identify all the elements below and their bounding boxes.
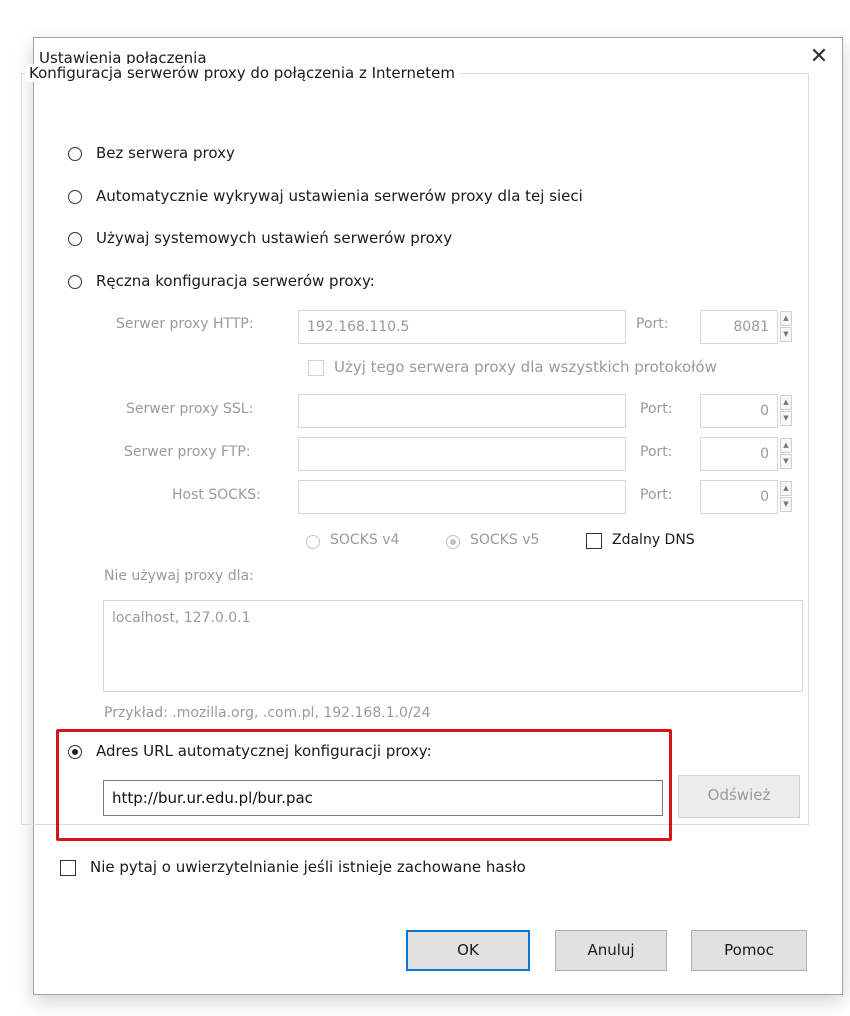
http-port-label: Port: bbox=[636, 316, 669, 332]
example-hint: Przykład: .mozilla.org, .com.pl, 192.168… bbox=[104, 705, 431, 721]
group-legend: Konfiguracja serwerów proxy do połączeni… bbox=[25, 64, 459, 82]
stepper-down-icon[interactable]: ▼ bbox=[780, 327, 792, 342]
stepper-down-icon[interactable]: ▼ bbox=[780, 497, 792, 512]
socks-v5-label[interactable]: SOCKS v5 bbox=[470, 532, 539, 548]
http-port-input[interactable]: 8081 bbox=[700, 310, 778, 344]
stepper-up-icon[interactable]: ▲ bbox=[780, 311, 792, 326]
socks-v4-label[interactable]: SOCKS v4 bbox=[330, 532, 399, 548]
ssl-port-input[interactable]: 0 bbox=[700, 394, 778, 428]
socks-host-input[interactable] bbox=[298, 480, 626, 514]
radio-socks-v5[interactable] bbox=[446, 535, 460, 549]
use-for-all-checkbox[interactable] bbox=[308, 360, 324, 376]
radio-auto-detect[interactable] bbox=[68, 190, 82, 204]
stepper-up-icon[interactable]: ▲ bbox=[780, 438, 792, 453]
socks-port-input[interactable]: 0 bbox=[700, 480, 778, 514]
no-auth-prompt-label[interactable]: Nie pytaj o uwierzytelnianie jeśli istni… bbox=[90, 858, 526, 876]
reload-button[interactable]: Odśwież bbox=[678, 775, 800, 818]
ftp-proxy-label: Serwer proxy FTP: bbox=[124, 444, 251, 460]
stepper-up-icon[interactable]: ▲ bbox=[780, 395, 792, 410]
ftp-port-label: Port: bbox=[640, 444, 673, 460]
remote-dns-checkbox[interactable] bbox=[586, 533, 602, 549]
socks-port-stepper[interactable]: ▲ ▼ bbox=[780, 481, 792, 513]
radio-socks-v4[interactable] bbox=[306, 535, 320, 549]
close-icon[interactable]: ✕ bbox=[804, 42, 834, 72]
no-auth-prompt-checkbox[interactable] bbox=[60, 860, 76, 876]
ok-button[interactable]: OK bbox=[406, 930, 530, 971]
highlight-annotation-box bbox=[56, 729, 672, 841]
ssl-proxy-label: Serwer proxy SSL: bbox=[126, 401, 254, 417]
radio-no-proxy[interactable] bbox=[68, 147, 82, 161]
radio-auto-detect-label[interactable]: Automatycznie wykrywaj ustawienia serwer… bbox=[96, 187, 583, 205]
use-for-all-label[interactable]: Użyj tego serwera proxy dla wszystkich p… bbox=[334, 358, 717, 376]
radio-selected-dot bbox=[450, 539, 456, 545]
radio-manual-proxy[interactable] bbox=[68, 275, 82, 289]
stepper-down-icon[interactable]: ▼ bbox=[780, 411, 792, 426]
stepper-up-icon[interactable]: ▲ bbox=[780, 481, 792, 496]
socks-host-label: Host SOCKS: bbox=[172, 487, 261, 503]
radio-system-proxy[interactable] bbox=[68, 232, 82, 246]
radio-manual-proxy-label[interactable]: Ręczna konfiguracja serwerów proxy: bbox=[96, 272, 375, 290]
remote-dns-label[interactable]: Zdalny DNS bbox=[612, 532, 695, 548]
socks-port-label: Port: bbox=[640, 487, 673, 503]
ssl-port-stepper[interactable]: ▲ ▼ bbox=[780, 395, 792, 427]
ftp-port-input[interactable]: 0 bbox=[700, 437, 778, 471]
ssl-port-label: Port: bbox=[640, 401, 673, 417]
radio-no-proxy-label[interactable]: Bez serwera proxy bbox=[96, 144, 235, 162]
http-proxy-input[interactable]: 192.168.110.5 bbox=[298, 310, 626, 344]
http-port-stepper[interactable]: ▲ ▼ bbox=[780, 311, 792, 343]
no-proxy-for-label: Nie używaj proxy dla: bbox=[104, 568, 254, 584]
help-button[interactable]: Pomoc bbox=[691, 930, 807, 971]
no-proxy-for-textarea[interactable]: localhost, 127.0.0.1 bbox=[103, 600, 803, 692]
ssl-proxy-input[interactable] bbox=[298, 394, 626, 428]
radio-system-proxy-label[interactable]: Używaj systemowych ustawień serwerów pro… bbox=[96, 229, 452, 247]
http-proxy-label: Serwer proxy HTTP: bbox=[116, 316, 254, 332]
ftp-port-stepper[interactable]: ▲ ▼ bbox=[780, 438, 792, 470]
cancel-button[interactable]: Anuluj bbox=[555, 930, 667, 971]
stepper-down-icon[interactable]: ▼ bbox=[780, 454, 792, 469]
ftp-proxy-input[interactable] bbox=[298, 437, 626, 471]
